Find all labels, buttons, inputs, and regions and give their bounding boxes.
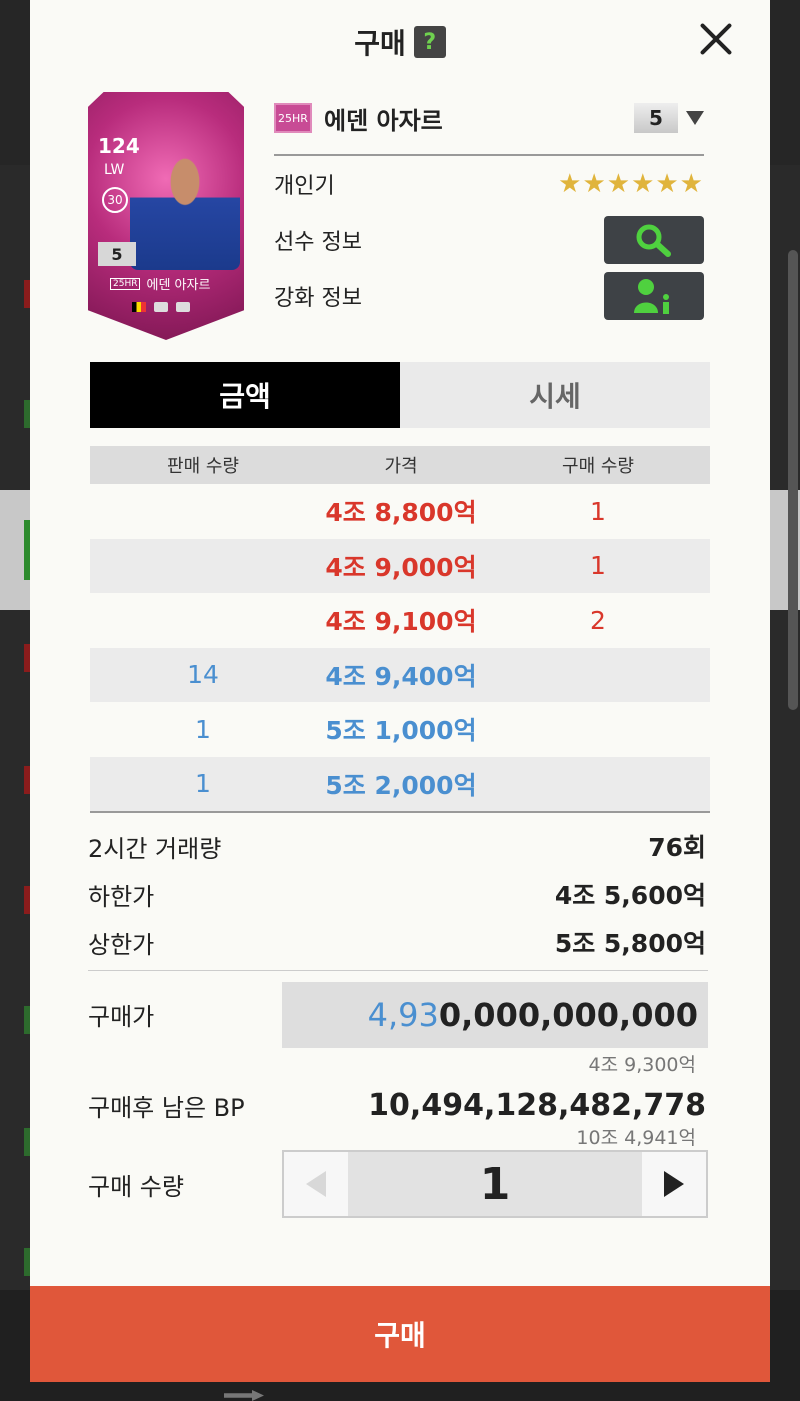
order-row[interactable]: 4조 8,800억 1 bbox=[90, 484, 710, 539]
price: 5조 2,000억 bbox=[325, 770, 477, 800]
lower-limit-row: 하한가 4조 5,600억 bbox=[88, 874, 706, 914]
purchase-modal: 구매 ? 124 LW 30 5 25HR 에덴 아자르 25HR 에덴 아자르… bbox=[30, 0, 770, 1382]
price: 4조 9,400억 bbox=[325, 661, 477, 691]
purchase-price-input[interactable]: 4,93 0,000,000,000 bbox=[282, 982, 708, 1048]
buy-qty: 1 bbox=[590, 496, 606, 526]
tab-bar: 금액 시세 bbox=[90, 362, 710, 428]
level-select[interactable]: 5 bbox=[634, 103, 704, 133]
increment-button[interactable] bbox=[642, 1152, 706, 1216]
volume-value: 76회 bbox=[648, 833, 706, 862]
purchase-price-note: 4조 9,300억 bbox=[588, 1054, 696, 1076]
close-button[interactable] bbox=[698, 20, 734, 56]
quantity-label: 구매 수량 bbox=[88, 1172, 184, 1201]
player-portrait bbox=[130, 144, 240, 270]
arrow-left-icon bbox=[306, 1171, 326, 1197]
tab-amount[interactable]: 금액 bbox=[90, 362, 400, 428]
order-row[interactable]: 14 4조 9,400억 bbox=[90, 647, 710, 702]
card-level: 5 bbox=[98, 242, 136, 266]
belgium-flag-icon bbox=[132, 302, 146, 312]
search-icon bbox=[636, 224, 671, 257]
buy-qty: 1 bbox=[590, 551, 606, 581]
upgrade-info-button[interactable] bbox=[604, 272, 704, 320]
remaining-bp-label: 구매후 남은 BP bbox=[88, 1093, 245, 1122]
volume-row: 2시간 거래량 76회 bbox=[88, 826, 706, 866]
arrow-right-icon bbox=[664, 1171, 684, 1197]
card-circle-badge: 30 bbox=[102, 187, 128, 213]
upgrade-info-label: 강화 정보 bbox=[274, 286, 362, 311]
player-info-button[interactable] bbox=[604, 216, 704, 264]
header-sell-qty: 판매 수량 bbox=[167, 456, 239, 477]
skill-row: 개인기 ★★★★★★ bbox=[274, 156, 704, 212]
background-scrollbar bbox=[788, 250, 798, 710]
player-name-row: 25HR 에덴 아자르 5 bbox=[274, 96, 704, 140]
chevron-down-icon bbox=[686, 111, 704, 125]
price: 4조 8,800억 bbox=[325, 498, 477, 528]
user-info-icon bbox=[634, 279, 669, 314]
sell-qty: 14 bbox=[187, 660, 219, 690]
purchase-price-rest: 0,000,000,000 bbox=[438, 996, 698, 1034]
card-season-tag: 25HR bbox=[110, 277, 141, 290]
lower-limit-label: 하한가 bbox=[88, 882, 155, 911]
header-buy-qty: 구매 수량 bbox=[562, 456, 634, 477]
purchase-price-highlight: 4,93 bbox=[367, 996, 439, 1034]
club-icon bbox=[176, 302, 190, 312]
price: 4조 9,000억 bbox=[325, 552, 477, 582]
volume-label: 2시간 거래량 bbox=[88, 834, 222, 863]
order-row[interactable]: 4조 9,000억 1 bbox=[90, 538, 710, 593]
player-info-row: 선수 정보 bbox=[274, 212, 704, 268]
upgrade-info-row: 강화 정보 bbox=[274, 268, 704, 324]
purchase-price-label-row: 구매가 bbox=[88, 994, 268, 1034]
quantity-value: 1 bbox=[348, 1152, 642, 1216]
lower-limit-value: 4조 5,600억 bbox=[554, 881, 706, 910]
divider bbox=[90, 811, 710, 813]
sell-qty: 1 bbox=[195, 714, 211, 744]
league-icon bbox=[154, 302, 168, 312]
remaining-bp-value: 10,494,128,482,778 bbox=[368, 1087, 706, 1123]
card-position: LW bbox=[104, 162, 125, 178]
player-card: 124 LW 30 5 25HR 에덴 아자르 bbox=[88, 92, 244, 340]
help-button[interactable]: ? bbox=[413, 26, 446, 58]
quantity-label-row: 구매 수량 bbox=[88, 1164, 268, 1204]
buy-qty: 2 bbox=[590, 605, 606, 635]
modal-header: 구매 ? bbox=[30, 18, 770, 66]
player-info: 25HR 에덴 아자르 5 개인기 ★★★★★★ 선수 정보 강화 정보 bbox=[274, 96, 704, 324]
upper-limit-label: 상한가 bbox=[88, 930, 155, 959]
season-badge: 25HR bbox=[274, 103, 312, 133]
upper-limit-row: 상한가 5조 5,800억 bbox=[88, 922, 706, 962]
player-name: 에덴 아자르 bbox=[324, 106, 443, 135]
level-value: 5 bbox=[634, 103, 678, 133]
order-row[interactable]: 1 5조 1,000억 bbox=[90, 702, 710, 757]
order-book-header: 판매 수량 가격 구매 수량 bbox=[90, 446, 710, 484]
order-book: 판매 수량 가격 구매 수량 4조 8,800억 1 4조 9,000억 1 4… bbox=[90, 446, 710, 813]
decrement-button[interactable] bbox=[284, 1152, 348, 1216]
remaining-bp-row: 구매후 남은 BP 10,494,128,482,778 bbox=[88, 1084, 706, 1126]
tab-market[interactable]: 시세 bbox=[400, 362, 710, 428]
order-row[interactable]: 4조 9,100억 2 bbox=[90, 593, 710, 648]
modal-title: 구매 bbox=[354, 27, 406, 60]
order-row[interactable]: 1 5조 2,000억 bbox=[90, 756, 710, 811]
header-price: 가격 bbox=[384, 456, 418, 477]
star-rating: ★★★★★★ bbox=[558, 169, 704, 199]
player-info-label: 선수 정보 bbox=[274, 230, 362, 255]
upper-limit-value: 5조 5,800억 bbox=[554, 929, 706, 958]
purchase-price-label: 구매가 bbox=[88, 1002, 155, 1031]
price: 4조 9,100억 bbox=[325, 607, 477, 637]
card-name-row: 25HR 에덴 아자르 bbox=[110, 274, 210, 293]
remaining-bp-note: 10조 4,941억 bbox=[576, 1127, 696, 1149]
divider bbox=[88, 970, 708, 971]
card-icons bbox=[132, 302, 190, 312]
card-rating: 124 bbox=[98, 134, 140, 158]
price: 5조 1,000억 bbox=[325, 716, 477, 746]
buy-button[interactable]: 구매 bbox=[30, 1286, 770, 1382]
sell-qty: 1 bbox=[195, 769, 211, 799]
card-player-name: 에덴 아자르 bbox=[146, 278, 211, 293]
quantity-stepper: 1 bbox=[282, 1150, 708, 1218]
skill-label: 개인기 bbox=[274, 174, 335, 199]
